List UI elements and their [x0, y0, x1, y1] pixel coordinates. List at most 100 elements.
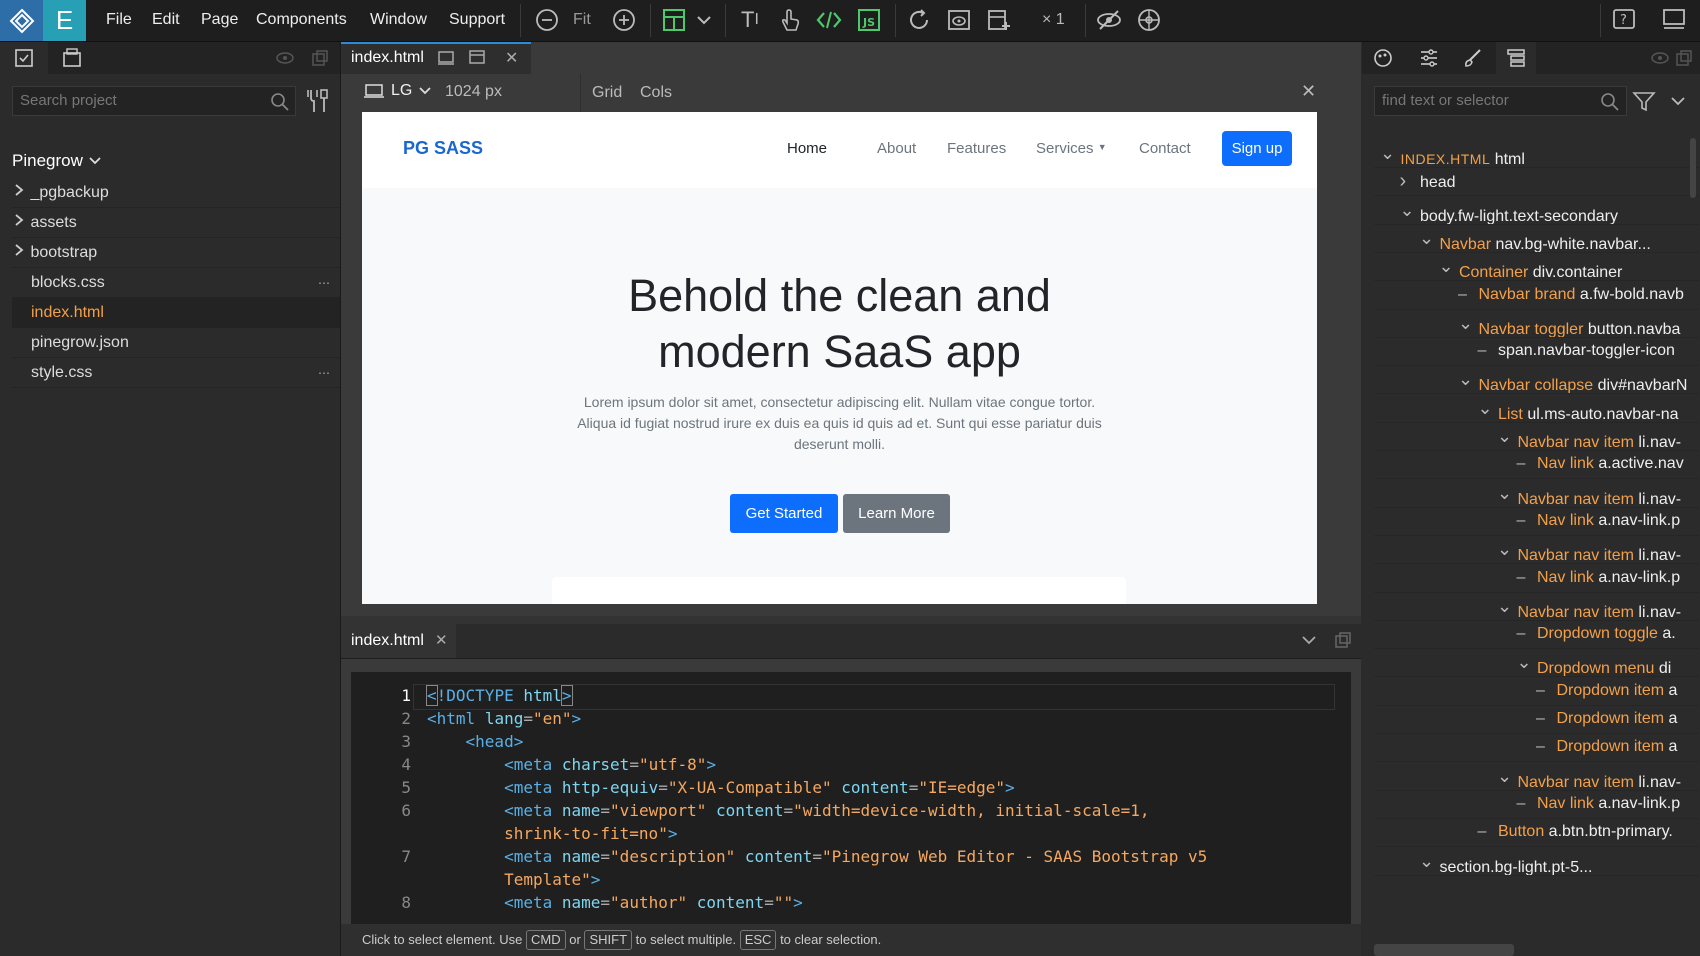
undock-icon[interactable] [305, 42, 335, 74]
dash-icon[interactable]: – [1517, 563, 1533, 592]
chevron-down-icon[interactable]: ⌄ [1497, 478, 1513, 507]
chevron-down-icon[interactable]: ⌄ [1497, 534, 1513, 563]
dash-icon[interactable]: – [1478, 336, 1494, 365]
get-started-button[interactable]: Get Started [730, 494, 838, 533]
layout-grid-icon[interactable] [660, 6, 688, 34]
chevron-down-icon[interactable] [1670, 94, 1686, 113]
tree-node[interactable]: ⌄ Navbar nav item li.nav- [1374, 478, 1699, 508]
cols-toggle[interactable]: Cols [640, 84, 672, 102]
chevron-down-icon[interactable]: ⌄ [1458, 364, 1474, 393]
close-icon[interactable]: ✕ [1301, 81, 1316, 102]
chevron-down-icon[interactable]: ⌄ [1400, 195, 1416, 224]
tree-node[interactable]: › head [1374, 166, 1699, 197]
search-icon[interactable] [1600, 92, 1620, 117]
document-tab[interactable]: index.html ✕ [341, 42, 531, 74]
grid-toggle[interactable]: Grid [592, 84, 622, 102]
project-name-dropdown[interactable]: Pinegrow [12, 146, 102, 176]
signup-button[interactable]: Sign up [1222, 131, 1292, 166]
tree-scrollbar[interactable] [1690, 138, 1696, 198]
file-index-html[interactable]: index.html [12, 298, 340, 328]
hide-eye-icon[interactable] [1095, 6, 1123, 34]
nav-link-home[interactable]: Home [787, 140, 827, 157]
nav-link-about[interactable]: About [877, 140, 916, 157]
dash-icon[interactable]: – [1458, 280, 1474, 309]
file-more-icon[interactable]: ⋯ [318, 358, 330, 388]
tree-node[interactable]: ⌄ Navbar nav item li.nav- [1374, 534, 1699, 565]
tree-horizontal-scrollbar[interactable] [1374, 944, 1514, 956]
tree-node[interactable]: – Dropdown toggle a. [1374, 619, 1699, 650]
text-edit-icon[interactable]: TI [736, 6, 764, 34]
menu-file[interactable]: File [106, 0, 132, 41]
chevron-down-icon[interactable]: ⌄ [1497, 421, 1513, 450]
chevron-down-icon[interactable]: ⌄ [1439, 251, 1455, 280]
tree-node[interactable]: ⌄ section.bg-light.pt-5... [1374, 846, 1699, 876]
add-page-icon[interactable] [468, 49, 488, 72]
menu-components[interactable]: Components [256, 0, 347, 41]
site-navbar[interactable]: PG SASS Home About Features Services ▼ C… [362, 112, 1317, 188]
zoom-fit-label[interactable]: Fit [573, 0, 591, 41]
device-size-dropdown[interactable]: LG [363, 82, 432, 100]
dash-icon[interactable]: – [1517, 449, 1533, 478]
nav-link-contact[interactable]: Contact [1139, 140, 1191, 157]
chevron-down-icon[interactable]: ⌄ [1478, 393, 1494, 422]
dash-icon[interactable]: – [1478, 817, 1494, 846]
file-more-icon[interactable]: ⋯ [318, 268, 330, 298]
file-blocks-css[interactable]: blocks.css ⋯ [12, 268, 340, 298]
settings-wheel-icon[interactable] [1135, 6, 1163, 34]
folder-pgbackup[interactable]: _pgbackup [12, 178, 340, 208]
find-selector-input[interactable]: find text or selector [1374, 86, 1627, 116]
tree-node[interactable]: ⌄ Container div.container [1374, 251, 1699, 282]
tree-node[interactable]: – Dropdown item a [1374, 732, 1699, 763]
refresh-icon[interactable] [905, 6, 933, 34]
tree-node[interactable]: ⌄ Navbar nav item li.nav- [1374, 761, 1699, 791]
tree-node[interactable]: – Nav link a.nav-link.p [1374, 789, 1699, 819]
panel-resize-handle[interactable] [341, 616, 1361, 624]
project-tab-icon[interactable] [0, 42, 48, 74]
menu-window[interactable]: Window [370, 0, 427, 41]
tree-node[interactable]: ⌄ Navbar collapse div#navbarN [1374, 364, 1699, 395]
tree-node[interactable]: – span.navbar-toggler-icon [1374, 336, 1699, 367]
chevron-down-icon[interactable]: ⌄ [1380, 138, 1396, 167]
menu-edit[interactable]: Edit [152, 0, 180, 41]
javascript-icon[interactable]: JS [855, 6, 883, 34]
tree-tab-icon[interactable] [1496, 42, 1536, 74]
code-tab[interactable]: index.html ✕ [341, 624, 456, 658]
tree-node[interactable]: ⌄ body.fw-light.text-secondary [1374, 195, 1699, 225]
device-preview-icon[interactable] [437, 50, 455, 71]
search-project-input[interactable]: Search project [12, 86, 296, 116]
pinegrow-logo-icon[interactable] [0, 0, 43, 41]
tree-node[interactable]: ⌄ List ul.ms-auto.navbar-na [1374, 393, 1699, 423]
account-icon[interactable] [1660, 6, 1688, 34]
zoom-out-icon[interactable] [533, 6, 561, 34]
chevron-right-icon[interactable]: › [1400, 166, 1416, 195]
site-brand[interactable]: PG SASS [403, 138, 483, 159]
chevron-down-icon[interactable] [1301, 632, 1317, 653]
undock-icon[interactable] [1675, 49, 1693, 72]
close-icon[interactable]: ✕ [435, 631, 448, 649]
dash-icon[interactable]: – [1517, 506, 1533, 535]
menu-support[interactable]: Support [449, 0, 505, 41]
code-view-icon[interactable] [815, 6, 843, 34]
chevron-down-icon[interactable]: ⌄ [1497, 591, 1513, 620]
multiplier-label[interactable]: × 1 [1042, 0, 1065, 41]
close-icon[interactable]: ✕ [505, 48, 518, 68]
menu-page[interactable]: Page [201, 0, 238, 41]
editor-mode-icon[interactable]: E [43, 0, 86, 41]
zoom-in-icon[interactable] [610, 6, 638, 34]
library-tab-icon[interactable] [48, 42, 96, 74]
dash-icon[interactable]: – [1536, 704, 1552, 733]
dash-icon[interactable]: – [1517, 789, 1533, 818]
tree-node[interactable]: – Nav link a.nav-link.p [1374, 506, 1699, 536]
file-style-css[interactable]: style.css ⋯ [12, 358, 340, 388]
tree-node[interactable]: ⌄ Navbar nav item li.nav- [1374, 591, 1699, 621]
dash-icon[interactable]: – [1517, 619, 1533, 648]
tree-node[interactable]: – Button a.btn.btn-primary. [1374, 817, 1699, 848]
tree-node[interactable]: ⌄ Navbar nav item li.nav- [1374, 421, 1699, 451]
properties-sliders-icon[interactable] [1418, 47, 1440, 74]
chevron-down-icon[interactable]: ⌄ [1517, 647, 1533, 676]
hand-pointer-icon[interactable] [776, 6, 804, 34]
tree-node[interactable]: – Dropdown item a [1374, 704, 1699, 734]
tree-node[interactable]: – Dropdown item a [1374, 676, 1699, 706]
learn-more-button[interactable]: Learn More [843, 494, 950, 533]
tree-node[interactable]: – Nav link a.nav-link.p [1374, 563, 1699, 593]
